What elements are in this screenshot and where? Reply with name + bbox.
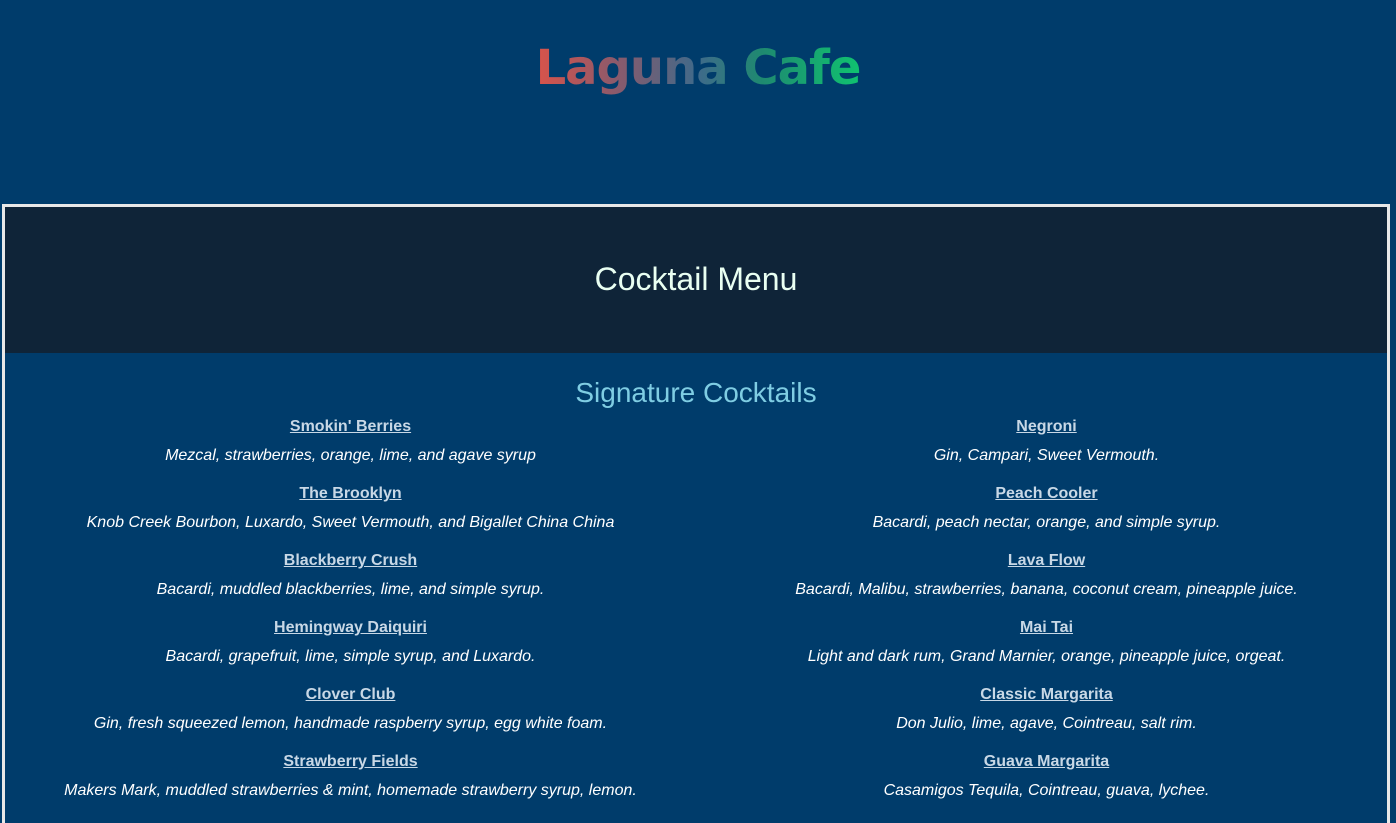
menu-item-description: Bacardi, Malibu, strawberries, banana, c… (795, 581, 1298, 598)
menu-section: Signature Cocktails Smokin' Berries Mezc… (2, 353, 1390, 823)
menu-item-description: Bacardi, grapefruit, lime, simple syrup,… (165, 648, 536, 665)
menu-item-description: Bacardi, peach nectar, orange, and simpl… (872, 514, 1221, 531)
page-title: Cocktail Menu (594, 261, 798, 297)
menu-item: Smokin' Berries Mezcal, strawberries, or… (5, 414, 696, 481)
menu-item-description: Bacardi, muddled blackberries, lime, and… (156, 581, 545, 598)
menu-item: Hemingway Daiquiri Bacardi, grapefruit, … (5, 615, 696, 682)
menu-item-link[interactable]: Negroni (1016, 415, 1076, 439)
menu-item-link[interactable]: Blackberry Crush (284, 549, 417, 573)
menu-item-link[interactable]: Clover Club (306, 683, 396, 707)
menu-item-description: Don Julio, lime, agave, Cointreau, salt … (896, 715, 1197, 732)
brand-name[interactable]: Laguna Cafe (536, 40, 862, 96)
menu-item-link[interactable]: Smokin' Berries (290, 415, 411, 439)
menu-column-left: Smokin' Berries Mezcal, strawberries, or… (5, 414, 696, 816)
menu-item: Negroni Gin, Campari, Sweet Vermouth. (696, 414, 1396, 481)
menu-column-right: Negroni Gin, Campari, Sweet Vermouth. Pe… (696, 414, 1396, 816)
menu-item-link[interactable]: Mai Tai (1020, 616, 1073, 640)
menu-item-link[interactable]: Peach Cooler (995, 482, 1097, 506)
menu-item: Blackberry Crush Bacardi, muddled blackb… (5, 548, 696, 615)
menu-item: Classic Margarita Don Julio, lime, agave… (696, 682, 1396, 749)
menu-item: Strawberry Fields Makers Mark, muddled s… (5, 749, 696, 816)
menu-item-description: Light and dark rum, Grand Marnier, orang… (807, 648, 1286, 665)
menu-item: Peach Cooler Bacardi, peach nectar, oran… (696, 481, 1396, 548)
menu-item: Guava Margarita Casamigos Tequila, Coint… (696, 749, 1396, 816)
menu-item-link[interactable]: The Brooklyn (299, 482, 401, 506)
section-title: Signature Cocktails (575, 377, 817, 408)
menu-item-description: Gin, Campari, Sweet Vermouth. (933, 447, 1160, 464)
page-title-panel: Cocktail Menu (2, 204, 1390, 356)
menu-item-description: Makers Mark, muddled strawberries & mint… (64, 782, 637, 799)
brand-logo[interactable]: Laguna Cafe (0, 40, 1396, 96)
menu-item-link[interactable]: Lava Flow (1008, 549, 1085, 573)
menu-item-description: Knob Creek Bourbon, Luxardo, Sweet Vermo… (86, 514, 615, 531)
menu-item-link[interactable]: Hemingway Daiquiri (274, 616, 427, 640)
site-header: Laguna Cafe (0, 0, 1396, 204)
menu-item-link[interactable]: Classic Margarita (980, 683, 1113, 707)
menu-item-link[interactable]: Strawberry Fields (283, 750, 417, 774)
menu-item: Mai Tai Light and dark rum, Grand Marnie… (696, 615, 1396, 682)
menu-item-description: Gin, fresh squeezed lemon, handmade rasp… (93, 715, 608, 732)
menu-item-description: Mezcal, strawberries, orange, lime, and … (165, 447, 536, 464)
menu-item: The Brooklyn Knob Creek Bourbon, Luxardo… (5, 481, 696, 548)
menu-item: Clover Club Gin, fresh squeezed lemon, h… (5, 682, 696, 749)
menu-item: Lava Flow Bacardi, Malibu, strawberries,… (696, 548, 1396, 615)
menu-item-description: Casamigos Tequila, Cointreau, guava, lyc… (883, 782, 1210, 799)
menu-item-link[interactable]: Guava Margarita (984, 750, 1109, 774)
